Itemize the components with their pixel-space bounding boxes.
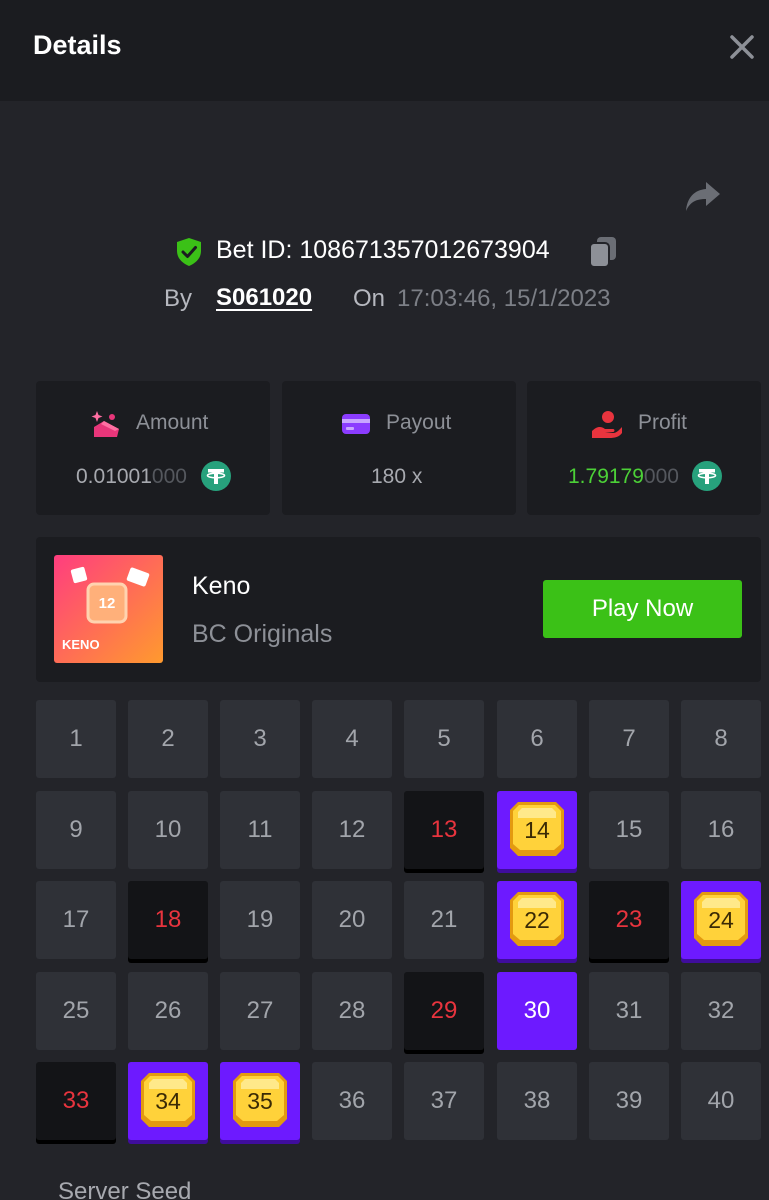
on-label: On	[353, 285, 386, 312]
keno-tile-31: 31	[589, 972, 669, 1050]
keno-tile-25: 25	[36, 972, 116, 1050]
keno-tile-38: 38	[497, 1062, 577, 1140]
server-seed-label: Server Seed	[58, 1178, 192, 1200]
amount-icon	[91, 411, 119, 437]
keno-tile-32: 32	[681, 972, 761, 1050]
profit-value: 1.79179000	[568, 465, 679, 488]
tether-coin-icon	[692, 461, 722, 491]
stat-amount: Amount 0.01001000	[36, 381, 270, 515]
keno-tile-10: 10	[128, 791, 208, 869]
copy-icon[interactable]	[588, 236, 618, 268]
play-now-button[interactable]: Play Now	[543, 580, 742, 638]
thumb-label: KENO	[62, 637, 100, 652]
keno-tile-9: 9	[36, 791, 116, 869]
keno-tile-39: 39	[589, 1062, 669, 1140]
tile-number: 35	[247, 1087, 273, 1114]
keno-tile-22: 22	[497, 881, 577, 959]
keno-tile-28: 28	[312, 972, 392, 1050]
tile-number: 22	[524, 906, 550, 933]
keno-tile-8: 8	[681, 700, 761, 778]
page-title: Details	[33, 30, 122, 60]
keno-tile-23: 23	[589, 881, 669, 959]
game-provider: BC Originals	[192, 620, 333, 648]
keno-tile-27: 27	[220, 972, 300, 1050]
stat-profit: Profit 1.79179000	[527, 381, 761, 515]
keno-tile-4: 4	[312, 700, 392, 778]
keno-tile-16: 16	[681, 791, 761, 869]
keno-tile-7: 7	[589, 700, 669, 778]
keno-tile-20: 20	[312, 881, 392, 959]
keno-thumbnail-image[interactable]: 12 KENO	[54, 555, 163, 663]
keno-tile-12: 12	[312, 791, 392, 869]
details-header: Details	[0, 0, 769, 101]
keno-tile-33: 33	[36, 1062, 116, 1140]
payout-label: Payout	[386, 411, 452, 434]
keno-tile-35: 35	[220, 1062, 300, 1140]
keno-tile-2: 2	[128, 700, 208, 778]
keno-tile-3: 3	[220, 700, 300, 778]
keno-tile-17: 17	[36, 881, 116, 959]
payout-value: 180 x	[371, 465, 423, 488]
bet-id-text: Bet ID: 108671357012673904	[216, 236, 550, 264]
keno-tile-40: 40	[681, 1062, 761, 1140]
keno-tile-19: 19	[220, 881, 300, 959]
stat-payout: Payout 180 x	[282, 381, 516, 515]
thumb-number: 12	[99, 595, 116, 612]
keno-tile-1: 1	[36, 700, 116, 778]
keno-tile-15: 15	[589, 791, 669, 869]
share-icon[interactable]	[684, 178, 722, 214]
keno-tile-37: 37	[404, 1062, 484, 1140]
amount-label: Amount	[136, 411, 209, 434]
profit-label: Profit	[638, 411, 688, 434]
bet-meta-row: By S061020 On 17:03:46, 15/1/2023	[0, 281, 769, 317]
keno-tile-26: 26	[128, 972, 208, 1050]
keno-tile-24: 24	[681, 881, 761, 959]
keno-tile-14: 14	[497, 791, 577, 869]
close-icon[interactable]	[728, 33, 756, 61]
keno-tile-34: 34	[128, 1062, 208, 1140]
payout-card-icon	[342, 414, 370, 434]
tile-number: 14	[524, 816, 550, 843]
keno-tile-21: 21	[404, 881, 484, 959]
game-card: 12 KENO Keno BC Originals Play Now	[36, 537, 761, 682]
keno-tile-29: 29	[404, 972, 484, 1050]
verified-shield-icon	[177, 238, 201, 266]
amount-value: 0.01001000	[76, 465, 187, 488]
profit-hand-icon	[592, 411, 622, 438]
keno-tile-11: 11	[220, 791, 300, 869]
keno-tile-13: 13	[404, 791, 484, 869]
tether-coin-icon	[201, 461, 231, 491]
bet-id-row: Bet ID: 108671357012673904	[0, 232, 769, 272]
keno-tile-5: 5	[404, 700, 484, 778]
tile-number: 24	[708, 906, 734, 933]
game-name: Keno	[192, 572, 251, 600]
username-link[interactable]: S061020	[216, 284, 312, 312]
by-label: By	[164, 285, 193, 312]
keno-tile-6: 6	[497, 700, 577, 778]
keno-tile-36: 36	[312, 1062, 392, 1140]
keno-tile-18: 18	[128, 881, 208, 959]
bet-timestamp: 17:03:46, 15/1/2023	[397, 285, 611, 312]
tile-number: 34	[155, 1087, 181, 1114]
keno-tile-30: 30	[497, 972, 577, 1050]
